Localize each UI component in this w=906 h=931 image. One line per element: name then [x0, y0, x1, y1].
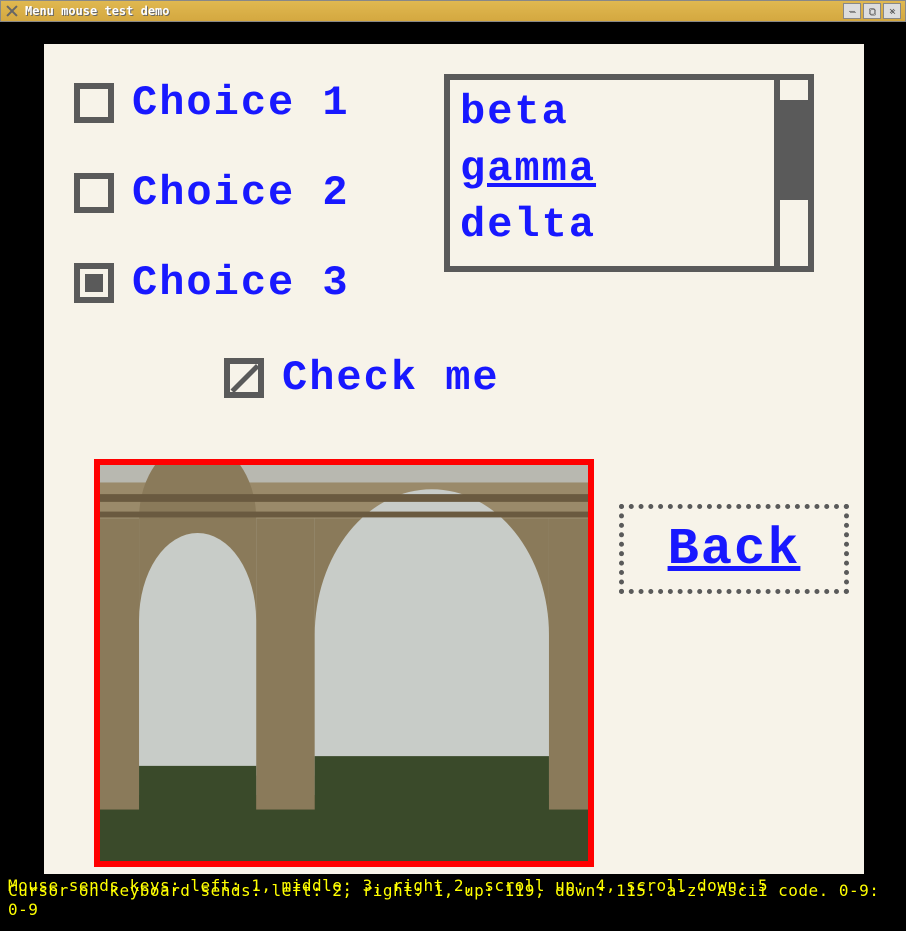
radio-choice-2[interactable]: Choice 2: [74, 169, 350, 217]
checkbox-check-me[interactable]: Check me: [224, 354, 500, 402]
minimize-button[interactable]: –: [843, 3, 861, 19]
list-item[interactable]: delta: [460, 197, 764, 254]
listbox-scrollbar[interactable]: [774, 80, 808, 266]
back-button[interactable]: Back: [619, 504, 849, 594]
maximize-button[interactable]: ▢: [863, 3, 881, 19]
listbox-items[interactable]: beta gamma delta: [450, 80, 774, 266]
scrollbar-thumb[interactable]: [780, 100, 808, 200]
checkbox-checked-icon: [224, 358, 264, 398]
back-button-label: Back: [668, 520, 801, 579]
status-line-2: Cursor on keyboard sends: left: 2, right…: [8, 881, 902, 919]
radio-box-icon: [74, 173, 114, 213]
window-titlebar: Menu mouse test demo – ▢ ×: [0, 0, 906, 22]
radio-choice-1[interactable]: Choice 1: [74, 79, 350, 127]
radio-choice-3[interactable]: Choice 3: [74, 259, 350, 307]
app-x-icon: [5, 4, 19, 18]
choice-3-label: Choice 3: [132, 259, 350, 307]
checkbox-label: Check me: [282, 354, 500, 402]
viaduct-image-svg: [100, 465, 588, 861]
radio-box-selected-icon: [74, 263, 114, 303]
list-item-selected[interactable]: gamma: [460, 141, 764, 198]
radio-box-icon: [74, 83, 114, 123]
main-panel: Choice 1 Choice 2 Choice 3 Check me beta…: [44, 44, 864, 874]
close-button[interactable]: ×: [883, 3, 901, 19]
window-title: Menu mouse test demo: [25, 4, 843, 18]
listbox[interactable]: beta gamma delta: [444, 74, 814, 272]
app-canvas: Choice 1 Choice 2 Choice 3 Check me beta…: [4, 26, 902, 927]
list-item[interactable]: beta: [460, 84, 764, 141]
choice-2-label: Choice 2: [132, 169, 350, 217]
image-viaduct: [94, 459, 594, 867]
choice-1-label: Choice 1: [132, 79, 350, 127]
